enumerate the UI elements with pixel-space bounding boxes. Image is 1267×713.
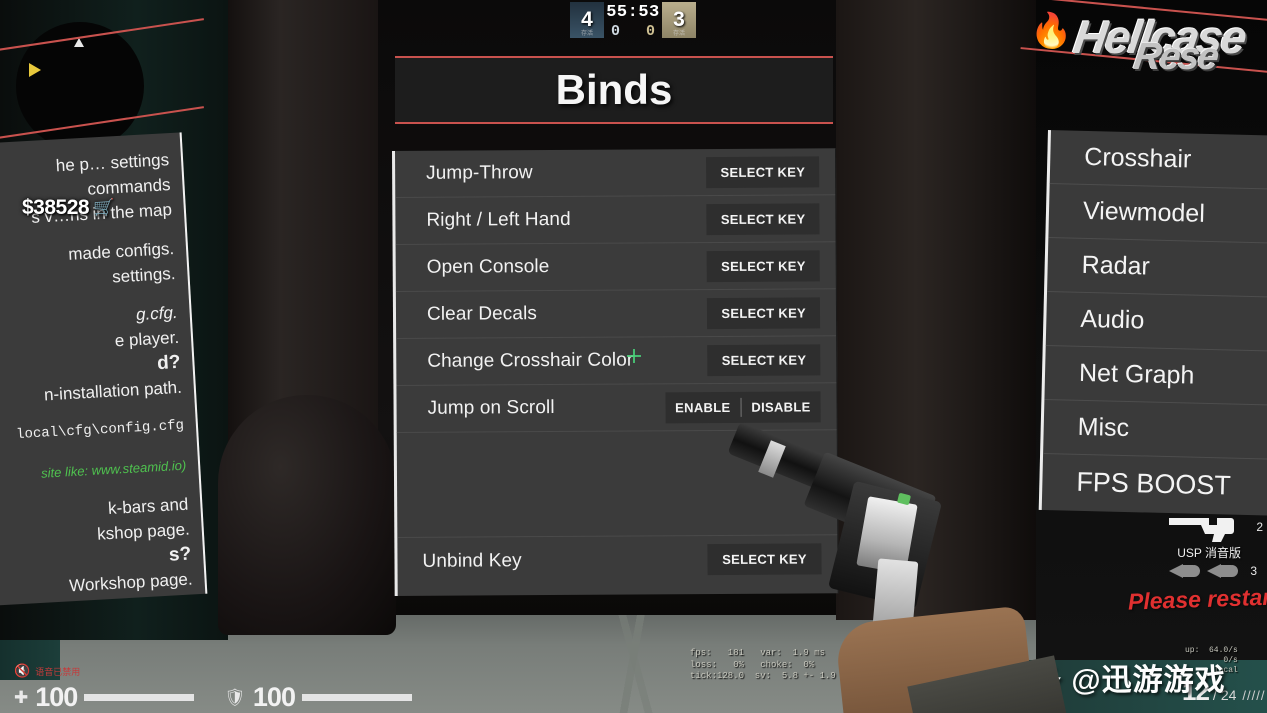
flame-icon: 🔥 [1030, 12, 1073, 50]
crosshair [627, 349, 641, 363]
menu-item-label: Radar [1081, 250, 1151, 281]
mic-muted-indicator: 🔇 语音已禁用 [14, 663, 80, 679]
health-cross-icon: ✚ [14, 687, 29, 707]
bind-label: Change Crosshair Color [427, 349, 634, 372]
weapon-viewmodel [690, 420, 1073, 713]
crosshair-vertical [633, 349, 635, 363]
teammate-marker-icon [29, 63, 41, 77]
enable-button[interactable]: ENABLE [665, 391, 740, 422]
bind-row-clear-decals: Clear Decals SELECT KEY [395, 289, 837, 339]
money-value: $38528 [22, 196, 90, 219]
bind-label: Right / Left Hand [426, 208, 571, 231]
menu-item-label: Audio [1080, 304, 1145, 335]
ct-alive-label: 存活 [580, 31, 593, 37]
bind-row-jump-throw: Jump-Throw SELECT KEY [394, 148, 836, 198]
menu-item-label: FPS BOOST [1076, 466, 1232, 501]
weapon-slot-knife: 3 [1169, 562, 1257, 580]
bind-label: Open Console [426, 256, 550, 278]
weapon-name: USP 消音版 [1177, 546, 1241, 560]
hellcase-logo: 🔥 Hellcase Rese [1026, 4, 1267, 78]
weapon-slot-number: 2 [1256, 520, 1263, 534]
jump-on-scroll-toggle: ENABLE DISABLE [665, 390, 821, 423]
cart-icon: 🛒 [93, 198, 114, 217]
armor-shield-icon: 🛡 [224, 687, 246, 707]
page-title: Binds [555, 66, 673, 113]
bind-row-open-console: Open Console SELECT KEY [395, 242, 836, 292]
knife-icon [1169, 564, 1200, 578]
round-timer: 55:53 [606, 2, 660, 22]
bind-row-right-left-hand: Right / Left Hand SELECT KEY [395, 195, 836, 245]
round-pillar [218, 395, 396, 635]
bind-row-change-crosshair-color: Change Crosshair Color SELECT KEY [396, 336, 837, 386]
player-arrow-icon [74, 38, 84, 47]
armor-bar [301, 694, 412, 701]
knife-slot-number: 3 [1250, 564, 1257, 578]
menu-item-label: Viewmodel [1082, 196, 1206, 228]
menu-item-crosshair[interactable]: Crosshair [1049, 130, 1267, 190]
game-screen: he p… settings commands s v…ns in the ma… [0, 0, 1267, 713]
bind-label: Clear Decals [426, 303, 538, 325]
select-key-button-change-crosshair-color[interactable]: SELECT KEY [707, 343, 821, 376]
t-alive-label: 存活 [672, 31, 685, 37]
score-row: 0 0 [611, 23, 655, 40]
ammo-ticks: ///// [1242, 688, 1266, 703]
health-armor-hud: ✚ 100 🛡 100 [14, 682, 412, 713]
select-key-button-right-left-hand[interactable]: SELECT KEY [706, 202, 820, 235]
mic-muted-label: 语音已禁用 [35, 666, 81, 677]
health-bar [84, 694, 195, 701]
menu-item-label: Misc [1077, 412, 1130, 443]
disable-button[interactable]: DISABLE [741, 391, 820, 422]
scoreboard: 4 存活 55:53 0 0 3 存活 [570, 2, 696, 40]
menu-item-fps-boost[interactable]: FPS BOOST [1042, 454, 1267, 514]
menu-item-radar[interactable]: Radar [1047, 238, 1267, 298]
ct-score: 0 [610, 22, 620, 40]
binds-title-panel: Binds [395, 56, 833, 124]
round-info: 55:53 0 0 [606, 2, 660, 40]
armor-value: 100 [252, 682, 296, 712]
menu-item-label: Crosshair [1084, 142, 1192, 174]
menu-item-net-graph[interactable]: Net Graph [1044, 346, 1267, 406]
menu-item-viewmodel[interactable]: Viewmodel [1048, 184, 1267, 244]
mic-muted-icon: 🔇 [14, 663, 31, 678]
t-team-box: 3 存活 [662, 2, 696, 38]
select-key-button-jump-throw[interactable]: SELECT KEY [706, 155, 820, 188]
pistol-icon [1169, 518, 1234, 542]
bind-label: Unbind Key [422, 549, 522, 572]
armor-group: 🛡 100 [224, 682, 412, 713]
brand-overlay-text: Rese [1131, 36, 1220, 78]
ct-team-box: 4 存活 [570, 2, 604, 38]
menu-item-label: Net Graph [1078, 358, 1195, 390]
t-score: 0 [646, 22, 656, 40]
money-display: $38528 🛒 [22, 196, 114, 220]
select-key-button-clear-decals[interactable]: SELECT KEY [707, 296, 821, 329]
menu-item-misc[interactable]: Misc [1043, 399, 1267, 460]
select-key-button-open-console[interactable]: SELECT KEY [706, 249, 820, 282]
restart-notice: Please restart [1127, 583, 1267, 615]
bind-label: Jump-Throw [426, 162, 533, 184]
health-value: 100 [35, 682, 78, 712]
menu-item-audio[interactable]: Audio [1045, 292, 1267, 352]
health-group: ✚ 100 [14, 682, 195, 713]
bind-label: Jump on Scroll [427, 397, 555, 419]
settings-menu: Crosshair Viewmodel Radar Audio Net Grap… [1038, 130, 1267, 516]
knife-icon [1207, 564, 1238, 578]
